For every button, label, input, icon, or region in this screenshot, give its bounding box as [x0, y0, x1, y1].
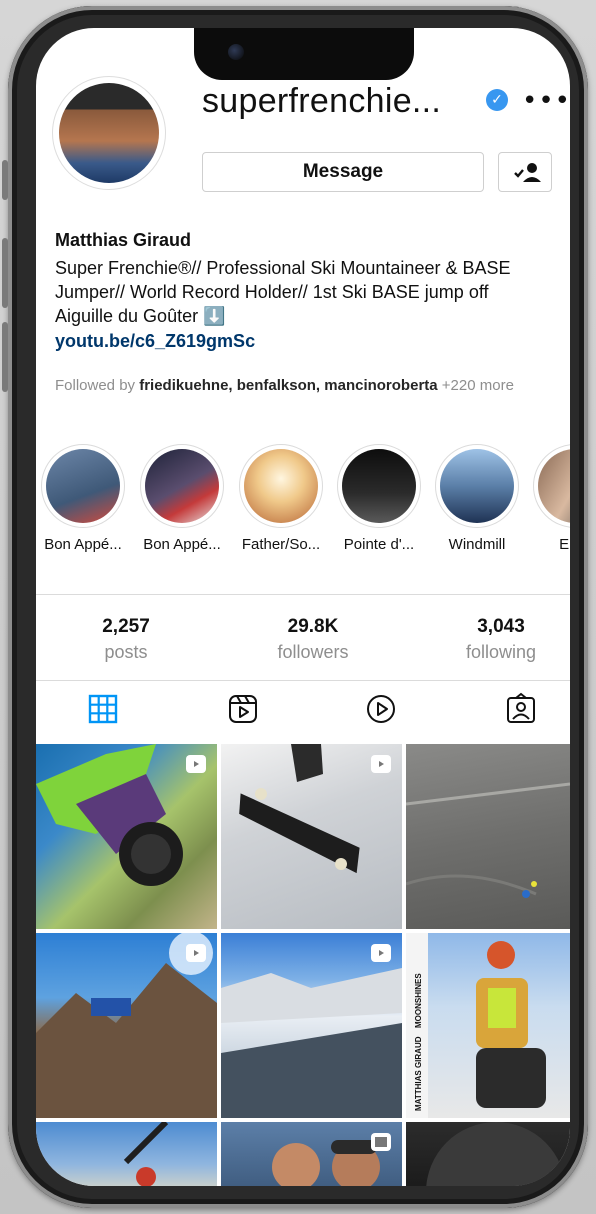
stat-following-value: 3,043 [477, 616, 525, 637]
display-name: Matthias Giraud [55, 230, 192, 250]
stat-posts[interactable]: 2,257 posts [51, 616, 201, 663]
post-thumbnail[interactable] [221, 744, 402, 929]
followed-by-suffix: +220 more [437, 377, 514, 394]
reel-badge-icon [371, 944, 391, 962]
video-icon [367, 695, 395, 723]
highlight-label: Bon Appé... [143, 536, 221, 553]
reel-badge-icon [186, 944, 206, 962]
highlight-ring [239, 444, 323, 528]
tab-grid[interactable] [86, 692, 126, 732]
stat-followers-value: 29.8K [287, 616, 339, 637]
stat-following[interactable]: 3,043 following [426, 616, 570, 663]
post-overlay-name: MATTHIAS GIRAUD [414, 1036, 423, 1111]
tagged-icon [507, 692, 535, 723]
highlight-image [145, 449, 219, 523]
post-thumbnail[interactable] [36, 744, 217, 929]
highlight-label: Pointe d'... [343, 536, 415, 553]
highlight-label: Bon Appé... [44, 536, 122, 553]
add-person-icon [514, 163, 541, 182]
message-button[interactable]: Message [202, 152, 484, 192]
post-thumbnail[interactable] [221, 933, 402, 1118]
post-image [426, 1122, 566, 1186]
post-overlay-brand: MOONSHINES [414, 973, 423, 1028]
more-options-icon[interactable]: ••• [522, 86, 570, 116]
tab-tagged[interactable] [504, 692, 544, 732]
highlight-image [244, 449, 318, 523]
profile-avatar[interactable] [52, 76, 166, 190]
suggested-accounts-button[interactable] [498, 152, 552, 192]
post-image [406, 933, 546, 1118]
bio-line-2: Jumper// World Record Holder// 1st Ski B… [55, 282, 489, 302]
followed-by-text[interactable]: Followed by friedikuehne, benfalkson, ma… [55, 374, 555, 397]
stat-posts-value: 2,257 [102, 616, 150, 637]
reel-badge-icon [186, 755, 206, 773]
stats-top-divider [36, 594, 570, 595]
followed-by-names: friedikuehne, benfalkson, mancinoroberta [139, 377, 438, 394]
highlight-ring [140, 444, 224, 528]
stat-followers-label: followers [277, 642, 349, 662]
avatar-photo [59, 83, 159, 183]
stat-following-label: following [465, 642, 537, 662]
highlight-item[interactable]: Euro [530, 444, 570, 553]
grid-icon [88, 694, 118, 724]
profile-username: superfrenchie... [202, 82, 442, 120]
post-thumbnail[interactable] [221, 1122, 402, 1186]
highlight-item[interactable]: Pointe d'... [334, 444, 424, 553]
bio-line-1: Super Frenchie®// Professional Ski Mount… [55, 258, 511, 278]
highlight-item[interactable]: Bon Appé... [38, 444, 128, 553]
reels-icon [229, 695, 257, 723]
tab-videos[interactable] [364, 692, 404, 732]
highlight-label: Father/So... [241, 536, 321, 553]
highlight-ring [435, 444, 519, 528]
story-highlights: Bon Appé... Bon Appé... Father/So... Poi… [36, 444, 570, 564]
followed-by-prefix: Followed by [55, 377, 140, 394]
post-thumbnail[interactable] [406, 744, 570, 929]
post-thumbnail[interactable] [36, 1122, 217, 1186]
highlight-ring [41, 444, 125, 528]
post-thumbnail[interactable] [36, 933, 217, 1118]
volume-down-button [2, 322, 8, 392]
highlight-image [342, 449, 416, 523]
highlight-ring [533, 444, 570, 528]
highlight-label: Windmill [448, 536, 506, 553]
post-image [406, 782, 570, 898]
post-thumbnail[interactable] [406, 1122, 570, 1186]
notch [194, 28, 414, 80]
reel-badge-icon [371, 1133, 391, 1151]
volume-up-button [2, 238, 8, 308]
tab-reels[interactable] [226, 692, 266, 732]
highlight-image [440, 449, 514, 523]
bio-line-3: Aiguille du Goûter ⬇️ [55, 306, 226, 326]
highlight-ring [337, 444, 421, 528]
highlight-label: Euro [559, 536, 570, 553]
verified-badge-icon: ✓ [486, 89, 508, 111]
highlight-item[interactable]: Windmill [432, 444, 522, 553]
post-image [123, 1122, 169, 1186]
highlight-image [538, 449, 570, 523]
phone-screen: superfrenchie... ✓ ••• Message Matthias … [36, 28, 570, 1186]
camera-icon [228, 44, 244, 60]
reel-badge-icon [371, 755, 391, 773]
highlight-image [46, 449, 120, 523]
post-thumbnail[interactable]: MATTHIAS GIRAUD MOONSHINES [406, 933, 570, 1118]
stat-followers[interactable]: 29.8K followers [238, 616, 388, 663]
highlight-item[interactable]: Bon Appé... [137, 444, 227, 553]
mute-switch [2, 160, 8, 200]
highlight-item[interactable]: Father/So... [236, 444, 326, 553]
bio-link[interactable]: youtu.be/c6_Z619gmSc [55, 331, 255, 352]
stat-posts-label: posts [104, 642, 148, 662]
stats-bottom-divider [36, 680, 570, 681]
